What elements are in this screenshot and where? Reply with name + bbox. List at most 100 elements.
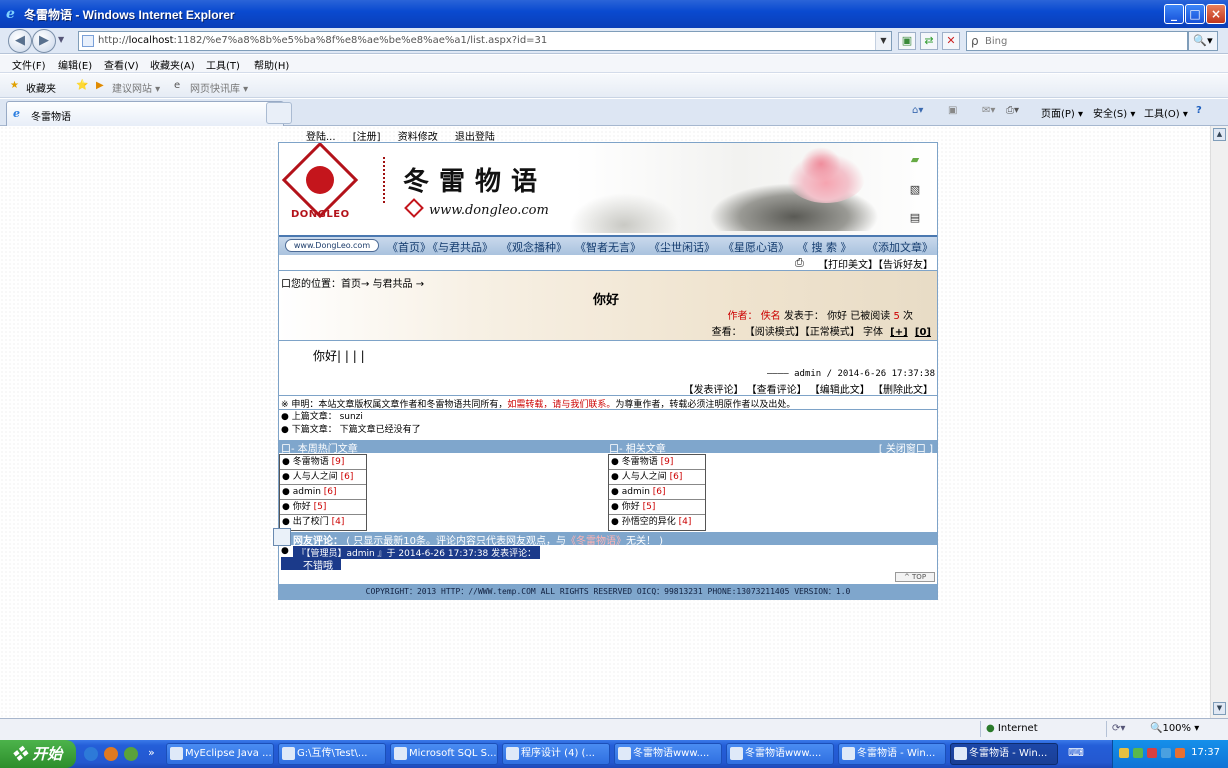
maximize-button[interactable]: □ — [1185, 4, 1205, 24]
article-signature: ———— admin / 2014-6-26 17:37:38 — [767, 369, 935, 379]
zoom-level[interactable]: 🔍100% ▾ — [1150, 723, 1199, 734]
nav-wisdom[interactable]: 《智者无言》 — [575, 239, 641, 255]
list-item[interactable]: ● 出了校门 [4] — [280, 515, 366, 530]
feeds-icon[interactable]: ▣ — [948, 105, 957, 116]
forward-button[interactable]: ▶ — [32, 29, 56, 53]
stop-icon[interactable]: ✕ — [942, 32, 960, 50]
minimize-button[interactable]: _ — [1164, 4, 1184, 24]
nav-badge[interactable]: www.DongLeo.com — [285, 239, 379, 252]
task-ie-1[interactable]: 冬雷物语www.... — [614, 743, 722, 765]
qq-icon[interactable] — [1119, 748, 1129, 758]
back-to-top-link[interactable]: ^ TOP — [895, 572, 935, 582]
list-item[interactable]: ● 冬雷物语 [9] — [609, 455, 705, 470]
print-icon[interactable]: ⎙▾ — [1006, 105, 1019, 116]
suggested-sites[interactable]: 建议网站 ▾ — [112, 80, 160, 95]
tools-menu[interactable]: 工具(O) ▾ — [1144, 105, 1188, 120]
next-article-link[interactable]: ● 下篇文章： 下篇文章已经没有了 — [281, 424, 421, 437]
page-menu[interactable]: 页面(P) ▾ — [1041, 105, 1083, 120]
scroll-down-icon[interactable]: ▼ — [1213, 702, 1226, 715]
folder-icon — [282, 747, 295, 760]
view-options: 查看： 【阅读模式】【正常模式】 字体 [+] [0] — [712, 323, 931, 338]
home-icon[interactable]: ⌂▾ — [912, 105, 923, 116]
list-item[interactable]: ● 孙悟空的异化 [4] — [609, 515, 705, 530]
task-explorer[interactable]: G:\互传\Test\... — [278, 743, 386, 765]
hot-header-label: 口- 本周热门文章 — [281, 444, 358, 455]
safety-menu[interactable]: 安全(S) ▾ — [1093, 105, 1135, 120]
firefox-quicklaunch-icon[interactable] — [104, 747, 118, 761]
refresh-icon[interactable]: ⇄ — [920, 32, 938, 50]
article-tools: ⎙ 【打印美文】【告诉好友】 — [279, 255, 937, 271]
help-icon[interactable]: ? — [1196, 105, 1202, 116]
security-zone[interactable]: ● Internet — [986, 723, 1038, 734]
list-item[interactable]: ● admin [6] — [609, 485, 705, 500]
url-input[interactable]: http://localhost:1182/%e7%a8%8b%e5%ba%8f… — [78, 31, 892, 51]
add-favorites-icon[interactable]: ⭐ — [76, 80, 88, 91]
task-ie-2[interactable]: 冬雷物语www.... — [726, 743, 834, 765]
print-share-links[interactable]: 【打印美文】【告诉好友】 — [818, 256, 933, 271]
note-icon[interactable]: ▤ — [907, 211, 923, 225]
close-button[interactable]: × — [1206, 4, 1226, 24]
tab-bar: e 冬雷物语 ⌂▾ ▣ ✉▾ ⎙▾ 页面(P) ▾ 安全(S) ▾ 工具(O) … — [0, 99, 1228, 126]
url-host: localhost — [128, 35, 174, 46]
task-ie-3[interactable]: 冬雷物语 - Win... — [838, 743, 946, 765]
new-tab-button[interactable] — [266, 102, 292, 124]
favorites-button[interactable]: 收藏夹 — [26, 80, 56, 95]
start-button[interactable]: ❖ 开始 — [0, 740, 76, 768]
task-myeclipse[interactable]: MyEclipse Java ... — [166, 743, 274, 765]
prev-article-link[interactable]: ● 上篇文章： sunzi — [281, 411, 421, 424]
menu-file[interactable]: 文件(F) — [12, 57, 46, 72]
menu-view[interactable]: 查看(V) — [104, 57, 139, 72]
bullet-icon: ● — [281, 546, 289, 556]
list-item[interactable]: ● 人与人之间 [6] — [280, 470, 366, 485]
menu-favorites[interactable]: 收藏夹(A) — [150, 57, 195, 72]
font-increase-button[interactable]: [+] — [890, 327, 908, 338]
book-icon[interactable]: ▰ — [907, 153, 923, 167]
list-item[interactable]: ● 人与人之间 [6] — [609, 470, 705, 485]
nav-wish[interactable]: 《星愿心语》 — [723, 239, 789, 255]
mail-icon[interactable]: ✉▾ — [982, 105, 995, 116]
search-input[interactable] — [985, 34, 1175, 48]
tab-dongleo[interactable]: e 冬雷物语 — [6, 101, 284, 126]
network-icon[interactable] — [1133, 748, 1143, 758]
read-count: 5 — [893, 311, 900, 322]
ie-quicklaunch-icon[interactable] — [84, 747, 98, 761]
url-dropdown-icon[interactable]: ▼ — [875, 32, 891, 50]
search-button[interactable]: 🔍▾ — [1188, 31, 1218, 51]
keyboard-icon[interactable]: ⌨ — [1068, 746, 1084, 759]
list-item[interactable]: ● 冬雷物语 [9] — [280, 455, 366, 470]
suggested-sites-icon: ▶ — [96, 80, 104, 91]
quicklaunch-more-icon[interactable]: » — [148, 746, 155, 759]
list-item[interactable]: ● admin [6] — [280, 485, 366, 500]
nav-ideas[interactable]: 《观念播种》 — [501, 239, 567, 255]
sitemap-icon[interactable]: ▧ — [907, 183, 923, 197]
nav-search[interactable]: 《 搜 索 》 — [797, 239, 852, 255]
tray-app-icon[interactable] — [1175, 748, 1185, 758]
article-actions[interactable]: 【发表评论】 【查看评论】 【编辑此文】 【删除此文】 — [683, 381, 933, 396]
compatibility-icon[interactable]: ▣ — [898, 32, 916, 50]
security-icon[interactable] — [1147, 748, 1157, 758]
nav-home[interactable]: 《首页》 — [387, 239, 431, 255]
history-dropdown-icon[interactable]: ▼ — [58, 35, 64, 44]
nav-chat[interactable]: 《尘世闲话》 — [649, 239, 715, 255]
list-item[interactable]: ● 你好 [5] — [280, 500, 366, 515]
task-ie-active[interactable]: 冬雷物语 - Win... — [950, 743, 1058, 765]
nav-add-article[interactable]: 《添加文章》 — [867, 239, 933, 255]
menu-tools[interactable]: 工具(T) — [206, 57, 240, 72]
list-item[interactable]: ● 你好 [5] — [609, 500, 705, 515]
close-window-link[interactable]: [ 关闭窗口 ] — [879, 440, 933, 455]
search-box[interactable]: ρ — [966, 31, 1188, 51]
volume-icon[interactable] — [1161, 748, 1171, 758]
web-slice-gallery[interactable]: 网页快讯库 ▾ — [190, 80, 248, 95]
task-sqlserver[interactable]: Microsoft SQL S... — [390, 743, 498, 765]
protected-mode-icon[interactable]: ⟳▾ — [1112, 723, 1125, 734]
view-mode-links[interactable]: 【阅读模式】【正常模式】 — [745, 327, 860, 338]
scroll-up-icon[interactable]: ▲ — [1213, 128, 1226, 141]
menu-edit[interactable]: 编辑(E) — [58, 57, 92, 72]
back-button[interactable]: ◀ — [8, 29, 32, 53]
font-reset-button[interactable]: [0] — [915, 327, 931, 338]
task-program-design[interactable]: 程序设计 (4) (... — [502, 743, 610, 765]
nav-share[interactable]: 《与君共品》 — [427, 239, 493, 255]
menu-help[interactable]: 帮助(H) — [254, 57, 289, 72]
chrome-quicklaunch-icon[interactable] — [124, 747, 138, 761]
vertical-scrollbar[interactable]: ▲ ▼ — [1210, 126, 1228, 718]
